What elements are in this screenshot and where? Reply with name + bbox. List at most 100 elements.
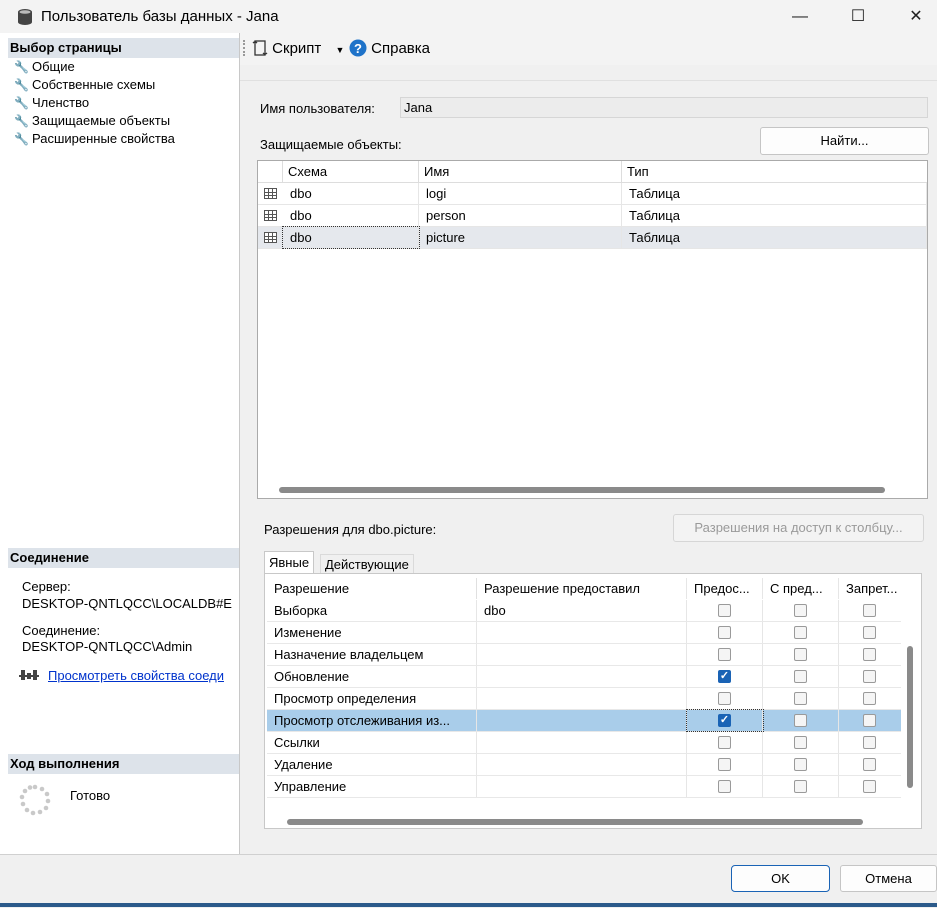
permission-with-grant-checkbox[interactable] [794,604,807,617]
script-label: Скрипт [272,40,322,57]
permission-with-grant-cell [763,754,839,775]
nav-item-label: Расширенные свойства [32,131,175,146]
permission-deny-checkbox[interactable] [863,670,876,683]
nav-item[interactable]: 🔧 Расширенные свойства [14,130,175,148]
securable-row[interactable]: dbo picture Таблица [258,226,927,249]
permission-with-grant-checkbox[interactable] [794,670,807,683]
permission-with-grant-cell [763,644,839,665]
grid-header-type[interactable]: Тип [622,161,927,183]
permission-grant-checkbox[interactable]: ✓ [718,714,731,727]
permission-deny-checkbox[interactable] [863,714,876,727]
permission-with-grant-checkbox[interactable] [794,714,807,727]
wrench-icon: 🔧 [14,114,29,128]
permission-row[interactable]: Просмотр отслеживания из... ✓ [267,709,901,732]
permission-deny-checkbox[interactable] [863,626,876,639]
close-button[interactable]: ✕ [887,0,937,33]
permission-grant-checkbox[interactable] [718,648,731,661]
permission-name: Назначение владельцем [267,644,477,665]
permission-with-grant-checkbox[interactable] [794,780,807,793]
maximize-button[interactable]: ☐ [829,0,887,33]
securable-row[interactable]: dbo logi Таблица [258,183,927,205]
nav-item[interactable]: 🔧 Общие [14,58,75,76]
tab-explicit[interactable]: Явные [264,551,315,575]
permission-row[interactable]: Просмотр определения [267,688,901,710]
permissions-horizontal-scrollbar[interactable] [287,819,863,825]
securable-type-cell: Таблица [622,183,927,204]
securable-name-cell: logi [419,183,622,204]
permission-grant-checkbox[interactable]: ✓ [718,670,731,683]
nav-item[interactable]: 🔧 Защищаемые объекты [14,112,170,130]
perm-header-grantor[interactable]: Разрешение предоставил [477,578,687,599]
perm-header-permission[interactable]: Разрешение [267,578,477,599]
permission-name: Управление [267,776,477,797]
permission-with-grant-checkbox[interactable] [794,758,807,771]
permissions-vertical-scrollbar[interactable] [907,646,913,788]
permission-grantor [477,754,687,775]
permission-deny-checkbox[interactable] [863,736,876,749]
script-button[interactable]: Скрипт ▼ [252,38,344,60]
permission-grant-cell [687,732,763,753]
permission-grantor [477,776,687,797]
connection-header: Соединение [8,548,239,568]
grid-header-name[interactable]: Имя [419,161,622,183]
permission-name: Выборка [267,600,477,621]
perm-header-grant[interactable]: Предос... [687,578,763,599]
permission-grant-cell [687,644,763,665]
permission-row[interactable]: Назначение владельцем [267,644,901,666]
permission-row[interactable]: Изменение [267,622,901,644]
securable-schema-cell: dbo [282,226,420,249]
permission-grant-checkbox[interactable] [718,626,731,639]
permission-with-grant-cell [763,688,839,709]
grid-header-schema[interactable]: Схема [283,161,419,183]
nav-item-label: Общие [32,59,75,74]
nav-item-label: Членство [32,95,90,110]
minimize-button[interactable]: — [771,0,829,33]
script-dropdown-icon[interactable]: ▼ [335,45,344,55]
permission-deny-cell [839,622,901,643]
permission-with-grant-checkbox[interactable] [794,626,807,639]
permission-deny-cell [839,710,901,731]
permission-row[interactable]: Управление [267,776,901,798]
wrench-icon: 🔧 [14,96,29,110]
find-button[interactable]: Найти... [760,127,929,155]
permission-row[interactable]: Ссылки [267,732,901,754]
script-icon [252,40,268,56]
toolbar: Скрипт ▼ ? Справка [240,33,937,65]
securables-horizontal-scrollbar[interactable] [279,487,885,493]
permission-name: Просмотр определения [267,688,477,709]
permission-with-grant-cell [763,666,839,687]
permission-grant-checkbox[interactable] [718,736,731,749]
permission-grant-cell: ✓ [686,709,764,732]
permission-with-grant-checkbox[interactable] [794,648,807,661]
help-button[interactable]: ? Справка [349,38,430,60]
column-permissions-button[interactable]: Разрешения на доступ к столбцу... [673,514,924,542]
permission-deny-checkbox[interactable] [863,780,876,793]
permission-deny-cell [839,666,901,687]
securable-schema-cell: dbo [283,183,419,204]
permission-deny-checkbox[interactable] [863,648,876,661]
cancel-button[interactable]: Отмена [840,865,937,892]
permission-with-grant-checkbox[interactable] [794,692,807,705]
permission-grant-checkbox[interactable] [718,692,731,705]
permission-grant-checkbox[interactable] [718,604,731,617]
permission-deny-checkbox[interactable] [863,604,876,617]
permission-grant-checkbox[interactable] [718,758,731,771]
permission-row[interactable]: Обновление ✓ [267,666,901,688]
perm-header-deny[interactable]: Запрет... [839,578,901,599]
permission-deny-checkbox[interactable] [863,758,876,771]
perm-header-with-grant[interactable]: С пред... [763,578,839,599]
nav-item[interactable]: 🔧 Членство [14,94,89,112]
ok-button[interactable]: OK [731,865,830,892]
securable-row[interactable]: dbo person Таблица [258,205,927,227]
permission-row[interactable]: Удаление [267,754,901,776]
view-connection-properties-link[interactable]: Просмотреть свойства соеди [48,668,238,683]
permission-grant-checkbox[interactable] [718,780,731,793]
tab-effective[interactable]: Действующие [320,554,414,573]
permission-deny-cell [839,776,901,797]
permission-grantor [477,666,687,687]
nav-item[interactable]: 🔧 Собственные схемы [14,76,155,94]
permission-name: Изменение [267,622,477,643]
permission-with-grant-checkbox[interactable] [794,736,807,749]
permission-deny-checkbox[interactable] [863,692,876,705]
permission-row[interactable]: Выборка dbo [267,600,901,622]
